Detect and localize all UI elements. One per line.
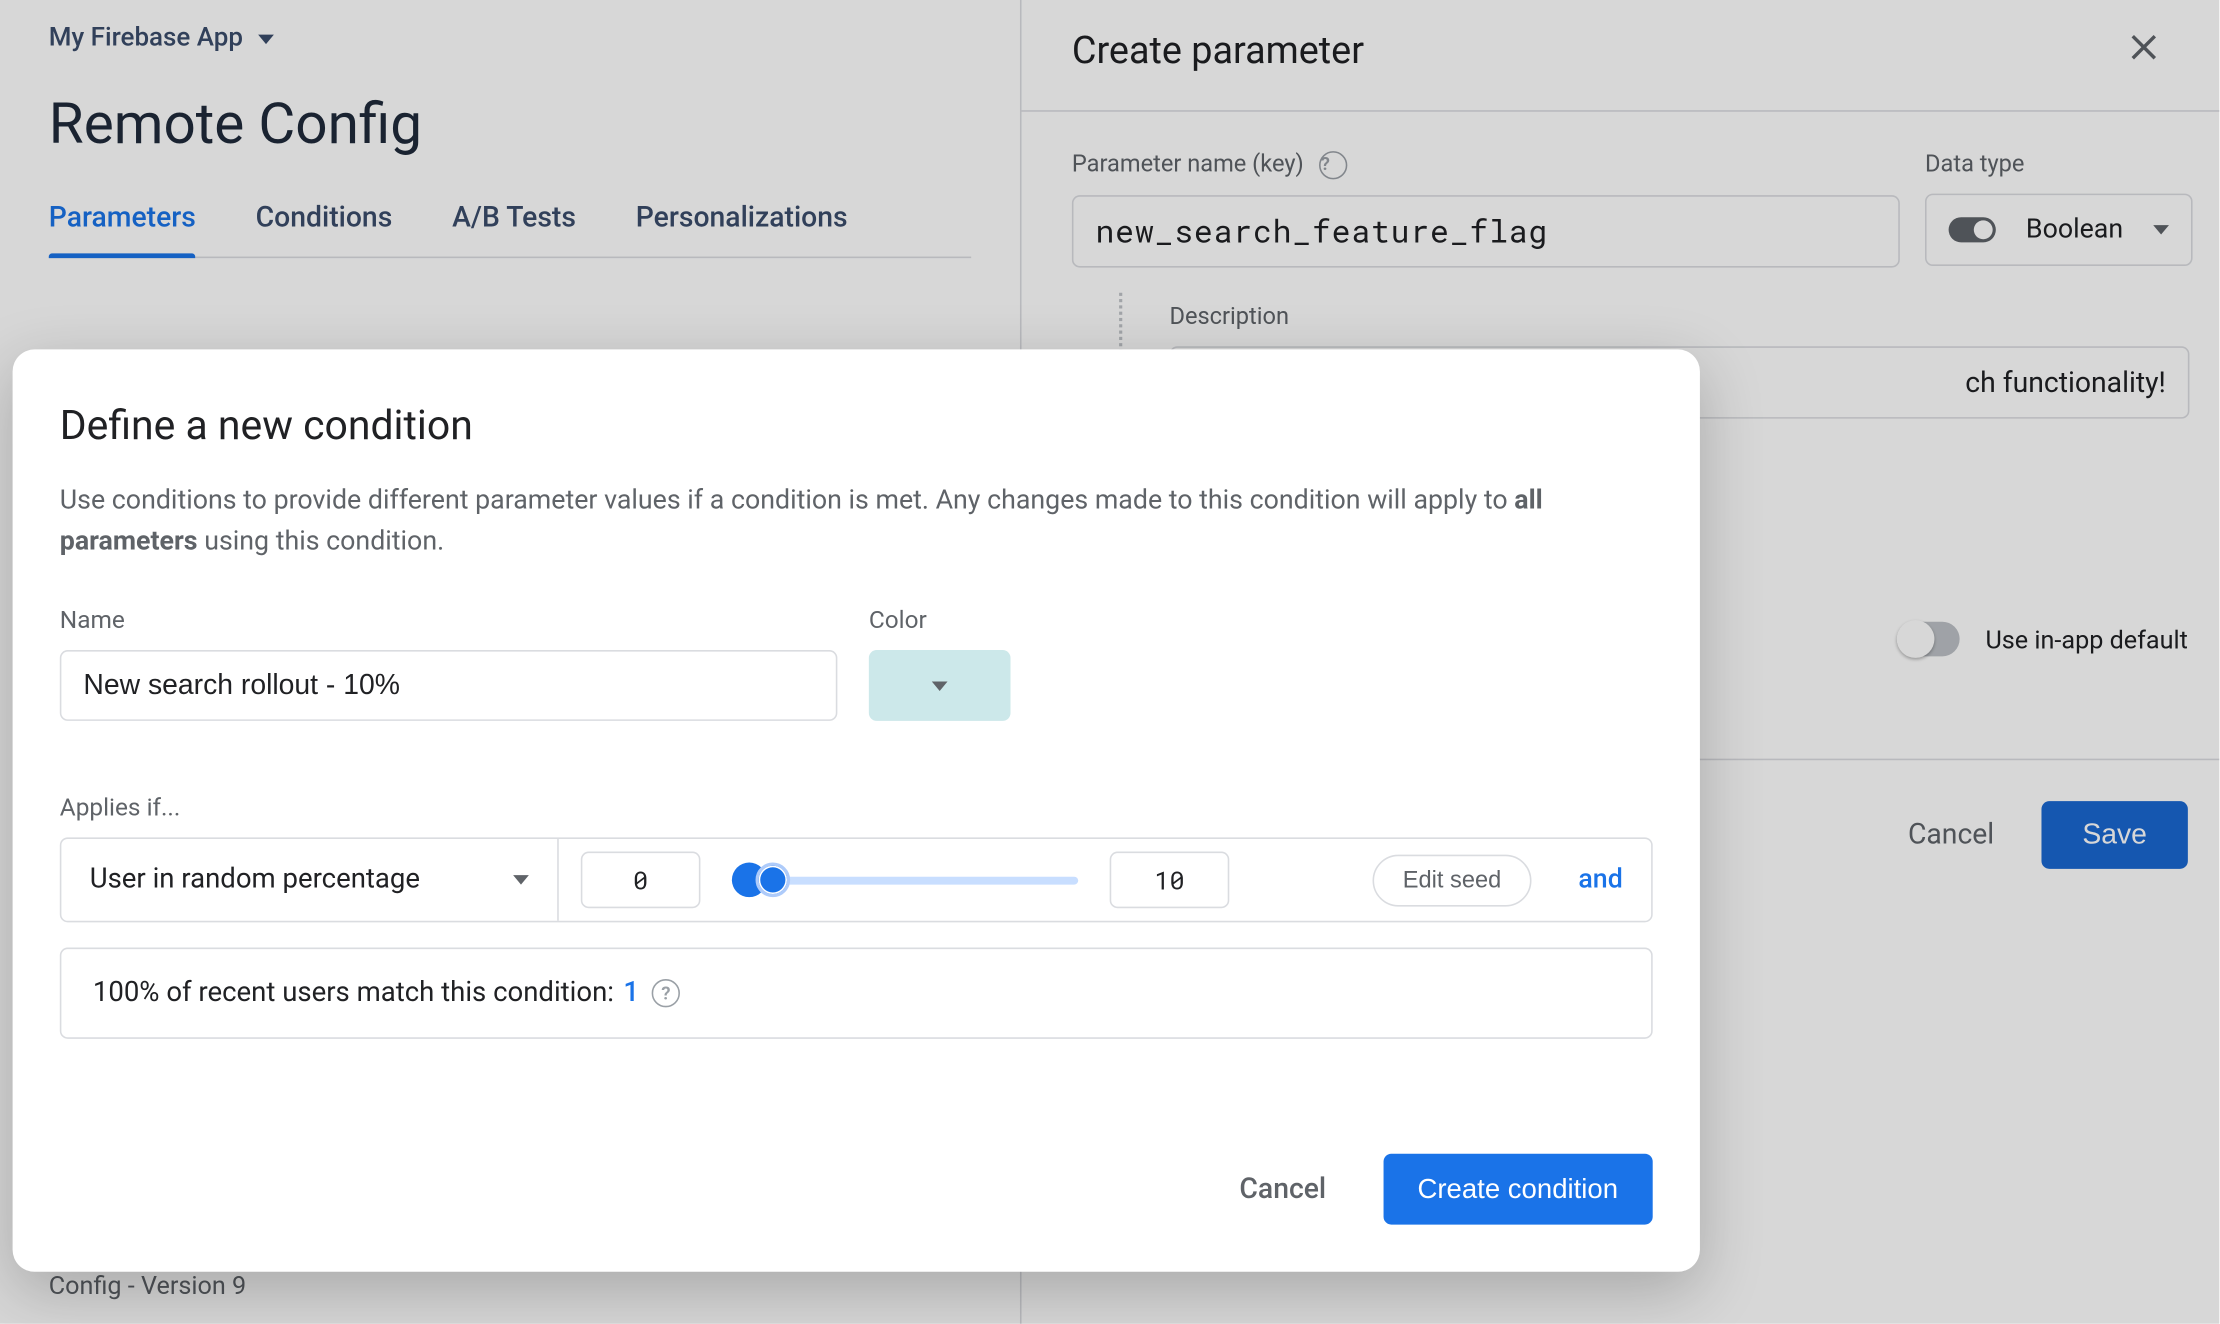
chevron-down-icon [513,875,529,884]
help-icon[interactable]: ? [652,979,680,1007]
condition-color-label: Color [869,606,1011,634]
percentage-slider[interactable] [732,852,1078,909]
slider-thumb-high[interactable] [756,863,791,898]
dialog-cancel-button[interactable]: Cancel [1239,1173,1326,1206]
define-condition-dialog: Define a new condition Use conditions to… [13,349,1700,1271]
condition-name-input[interactable] [60,650,838,721]
chevron-down-icon [932,681,948,690]
condition-name-label: Name [60,606,838,634]
range-high-input[interactable] [1110,852,1230,909]
applies-if-label: Applies if... [60,793,1653,821]
match-summary: 100% of recent users match this conditio… [60,948,1653,1039]
condition-type-select[interactable]: User in random percentage [61,839,558,921]
dialog-title: Define a new condition [60,403,1653,450]
edit-seed-button[interactable]: Edit seed [1373,854,1531,906]
condition-color-picker[interactable] [869,650,1011,721]
create-condition-button[interactable]: Create condition [1383,1154,1653,1225]
add-and-clause-button[interactable]: and [1578,864,1622,895]
match-count: 1 [623,977,639,1008]
condition-builder-row: User in random percentage Edit seed and [60,837,1653,922]
dialog-description: Use conditions to provide different para… [60,482,1603,562]
range-low-input[interactable] [581,852,701,909]
